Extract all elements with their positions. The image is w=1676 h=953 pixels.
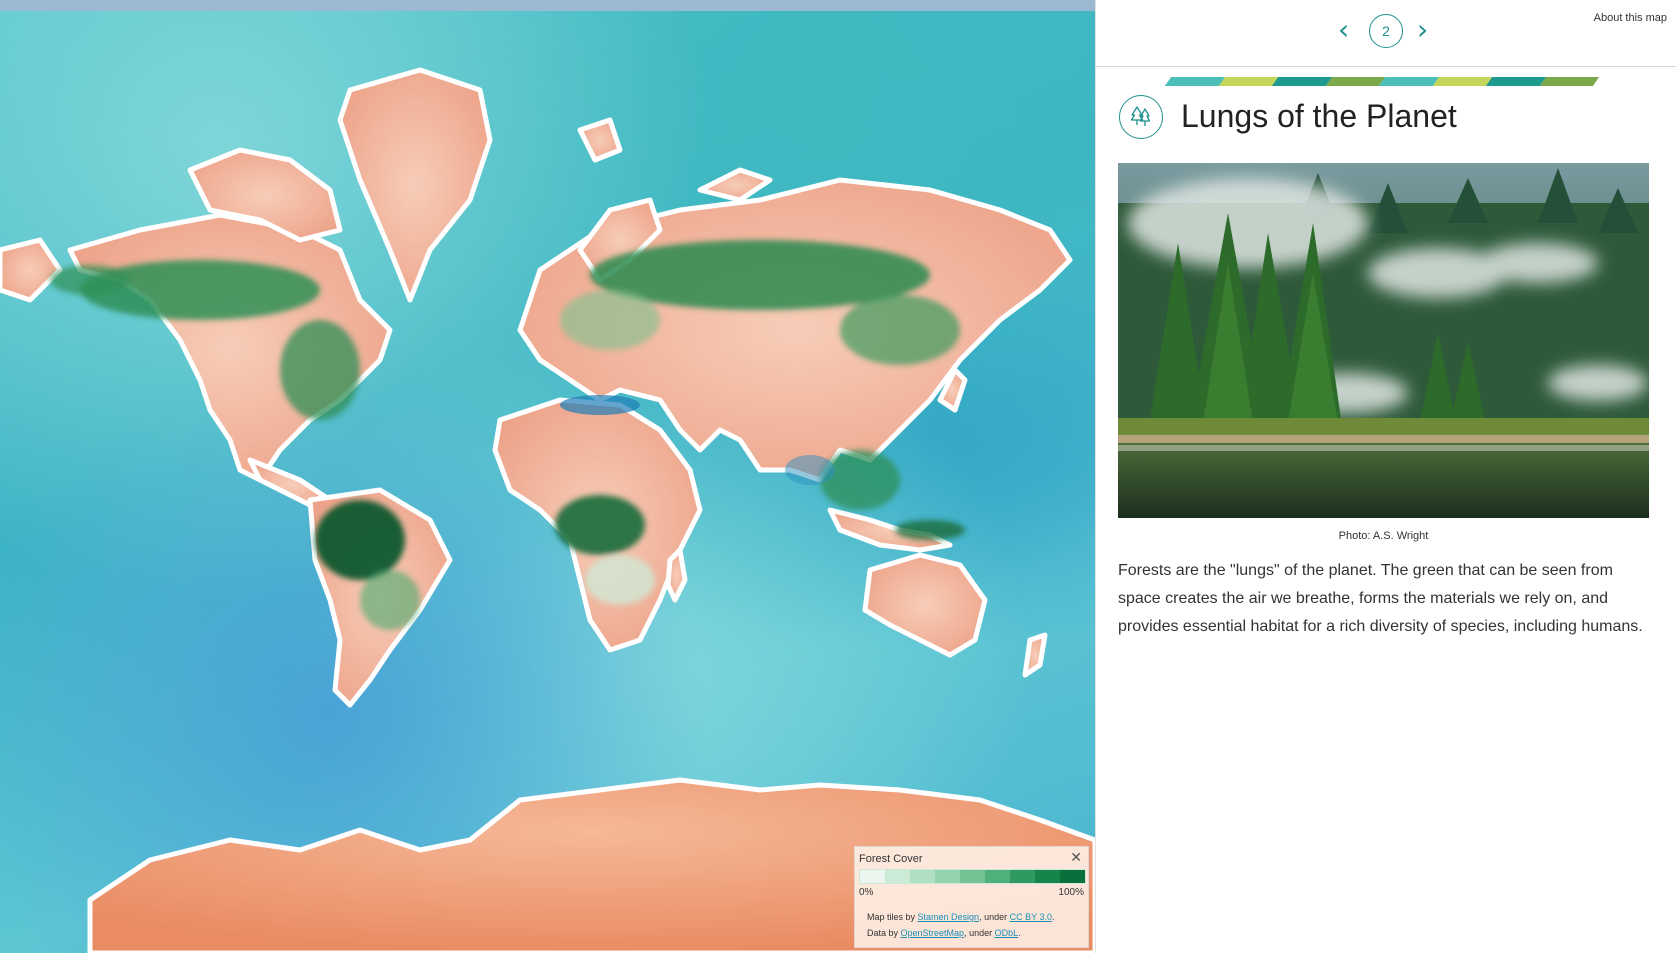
legend-scale-swatch	[860, 870, 885, 883]
stripe-segment	[1218, 77, 1279, 86]
tiles-credit: Map tiles by Stamen Design, under CC BY …	[867, 912, 1054, 922]
novaya-zemlya	[697, 167, 773, 203]
osm-link[interactable]: OpenStreetMap	[901, 928, 965, 938]
legend-scale-swatch	[1060, 870, 1085, 883]
stripe-segment	[1432, 77, 1493, 86]
australia	[862, 552, 988, 658]
legend-max-label: 100%	[1058, 887, 1084, 898]
madagascar	[665, 547, 688, 603]
legend-title: Forest Cover	[859, 853, 923, 865]
story-body-text: Forests are the "lungs" of the planet. T…	[1118, 562, 1643, 635]
svalbard	[577, 117, 623, 163]
stamen-link[interactable]: Stamen Design	[918, 912, 980, 922]
forest-photo-illustration	[1118, 163, 1649, 518]
stripe-segment	[1271, 77, 1332, 86]
legend-scale-swatch	[1010, 870, 1035, 883]
credit-text: Data by	[867, 928, 901, 938]
chevron-right-icon[interactable]: ›	[1417, 16, 1428, 44]
legend-scale-swatch	[885, 870, 910, 883]
page-number-indicator: 2	[1369, 14, 1403, 48]
bay-of-bengal	[785, 455, 835, 485]
story-title: Lungs of the Planet	[1181, 98, 1457, 134]
forest-photo	[1118, 163, 1649, 518]
stripe-segment	[1378, 77, 1439, 86]
legend-scale-swatch	[910, 870, 935, 883]
forest-cover-legend: Forest Cover ✕ 0% 100% Map tiles by Stam…	[854, 846, 1089, 948]
credit-text: Map tiles by	[867, 912, 918, 922]
data-credit: Data by OpenStreetMap, under ODbL.	[867, 928, 1021, 938]
stripe-segment	[1325, 77, 1386, 86]
cc-license-link[interactable]: CC BY 3.0	[1010, 912, 1052, 922]
credit-text: , under	[979, 912, 1010, 922]
close-icon[interactable]: ✕	[1070, 849, 1082, 866]
new-zealand	[1022, 632, 1048, 678]
greenland	[337, 67, 493, 303]
decorative-color-stripe	[1164, 77, 1600, 86]
chevron-left-icon[interactable]: ‹	[1338, 16, 1349, 44]
map-landmasses	[0, 67, 1095, 953]
legend-scale-swatch	[1035, 870, 1060, 883]
world-map[interactable]: Forest Cover ✕ 0% 100% Map tiles by Stam…	[0, 0, 1095, 953]
forest-tree-icon	[1119, 95, 1163, 139]
stripe-segment	[1485, 77, 1546, 86]
legend-scale-swatch	[985, 870, 1010, 883]
credit-text: .	[1051, 912, 1055, 922]
legend-scale-swatch	[935, 870, 960, 883]
mediterranean-sea	[560, 395, 640, 415]
credit-text: .	[1018, 928, 1021, 938]
story-navigation: ‹ 2 › About this map	[1096, 0, 1676, 67]
odbl-link[interactable]: ODbL	[995, 928, 1019, 938]
story-sidebar: ‹ 2 › About this map Lungs of the Planet	[1095, 0, 1676, 953]
stripe-segment	[1164, 77, 1225, 86]
legend-min-label: 0%	[859, 887, 874, 898]
legend-color-scale	[859, 869, 1086, 884]
about-map-link[interactable]: About this map	[1594, 12, 1667, 24]
legend-scale-swatch	[960, 870, 985, 883]
stripe-segment	[1539, 77, 1600, 86]
chukotka-left	[0, 237, 63, 303]
credit-text: , under	[964, 928, 995, 938]
photo-caption: Photo: A.S. Wright	[1338, 530, 1429, 542]
